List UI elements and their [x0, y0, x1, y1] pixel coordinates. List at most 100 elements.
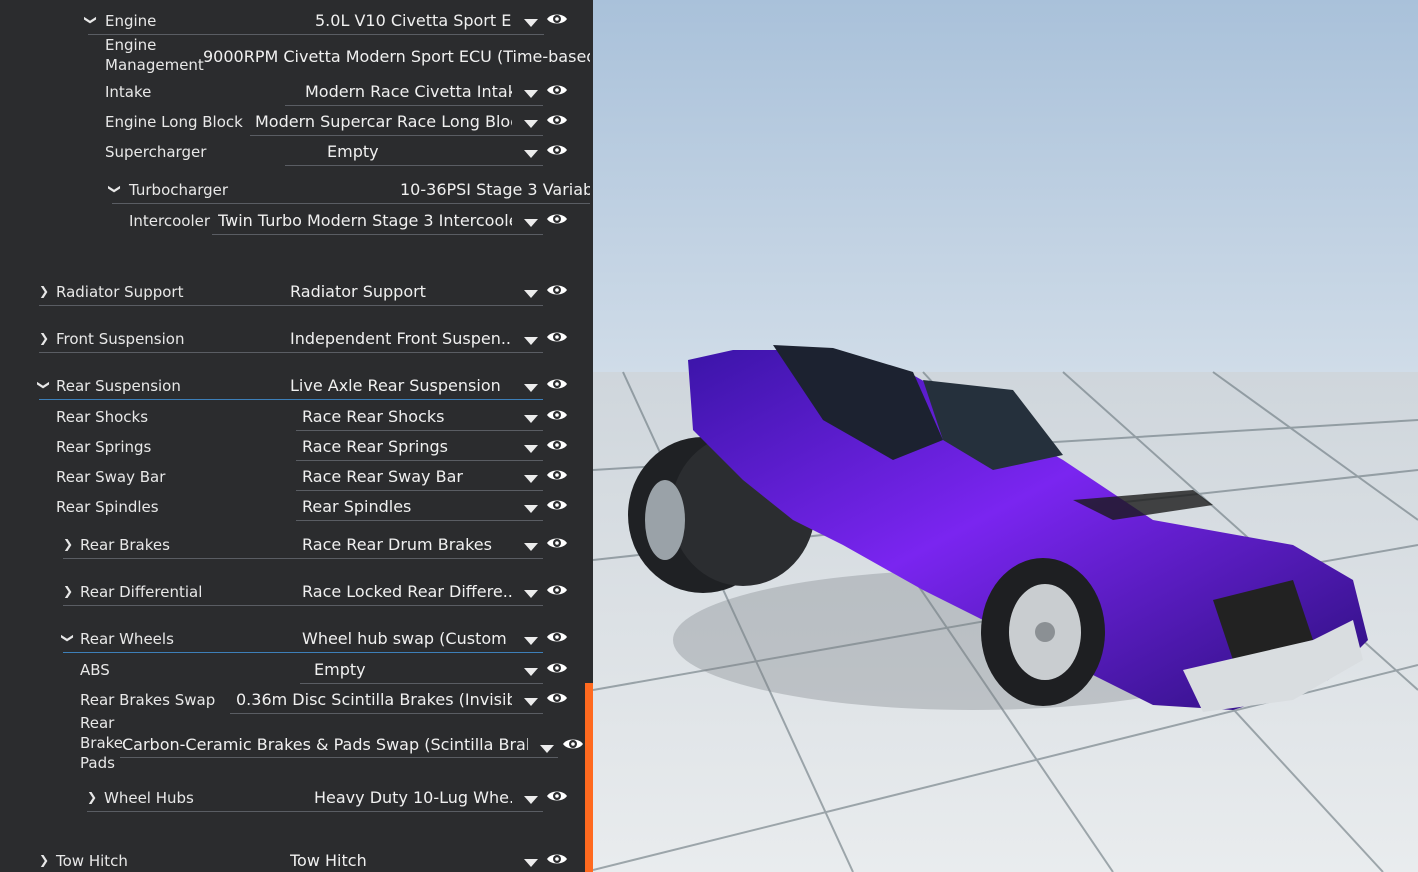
caret-down-icon[interactable] [524, 543, 538, 551]
part-selection-value[interactable]: Tow Hitch [290, 848, 512, 872]
caret-down-icon[interactable] [524, 290, 538, 298]
part-row-supercharger[interactable]: Supercharger Empty [0, 142, 593, 172]
part-label: Intake [105, 83, 152, 101]
part-selection-value[interactable]: Empty [314, 657, 512, 683]
eye-icon[interactable] [546, 212, 568, 226]
part-row-intercooler[interactable]: Intercooler Twin Turbo Modern Stage 3 Int… [0, 211, 593, 241]
eye-icon[interactable] [546, 330, 568, 344]
eye-icon[interactable] [562, 737, 584, 751]
eye-icon[interactable] [546, 283, 568, 297]
part-row-rear-shocks[interactable]: Rear Shocks Race Rear Shocks [0, 407, 593, 437]
part-selection-value[interactable]: 10-36PSI Stage 3 Variable [400, 177, 590, 203]
chevron-right-icon[interactable]: ❯ [63, 581, 73, 601]
part-row-tow-hitch[interactable]: ❯ Tow Hitch Tow Hitch [0, 851, 593, 872]
caret-down-icon[interactable] [524, 19, 538, 27]
part-selection-value[interactable]: Race Rear Shocks [302, 404, 512, 430]
part-selection-value[interactable]: Wheel hub swap (Custom ... [302, 626, 512, 652]
caret-down-icon[interactable] [524, 698, 538, 706]
part-selection-value[interactable]: Heavy Duty 10-Lug Whe... [314, 785, 512, 811]
caret-down-icon[interactable] [524, 150, 538, 158]
caret-down-icon[interactable] [524, 637, 538, 645]
part-row-rear-brake-pads[interactable]: Rear Brake Pads Carbon-Ceramic Brakes & Pad… [0, 714, 593, 772]
part-row-rear-sway-bar[interactable]: Rear Sway Bar Race Rear Sway Bar [0, 467, 593, 497]
row-underline [39, 352, 543, 353]
part-row-rear-differential[interactable]: ❯ Rear Differential Race Locked Rear Diffe… [0, 582, 593, 612]
caret-down-icon[interactable] [524, 337, 538, 345]
part-label: Rear Brakes [80, 536, 170, 554]
part-selection-value[interactable]: Race Locked Rear Differe... [302, 579, 512, 605]
caret-down-icon[interactable] [524, 668, 538, 676]
caret-down-icon[interactable] [524, 796, 538, 804]
caret-down-icon[interactable] [524, 384, 538, 392]
part-selection-value[interactable]: Modern Supercar Race Long Block [255, 109, 512, 135]
chevron-right-icon[interactable]: ❯ [63, 534, 73, 554]
eye-icon[interactable] [546, 498, 568, 512]
eye-icon[interactable] [546, 468, 568, 482]
eye-icon[interactable] [546, 408, 568, 422]
chevron-down-icon[interactable]: ❯ [105, 184, 125, 194]
part-row-engine-long-block[interactable]: Engine Long Block Modern Supercar Race Lo… [0, 112, 593, 142]
part-selection-value[interactable]: 0.36m Disc Scintilla Brakes (Invisible) [236, 687, 512, 713]
part-selection-value[interactable]: 5.0L V10 Civetta Sport E... [315, 8, 512, 34]
caret-down-icon[interactable] [524, 590, 538, 598]
part-selection-value[interactable]: Radiator Support [290, 279, 512, 305]
eye-icon[interactable] [546, 789, 568, 803]
part-row-wheel-hubs[interactable]: ❯ Wheel Hubs Heavy Duty 10-Lug Whe... [0, 788, 593, 818]
eye-icon[interactable] [546, 377, 568, 391]
part-selection-value[interactable]: Race Rear Drum Brakes [302, 532, 512, 558]
caret-down-icon[interactable] [524, 859, 538, 867]
part-selection-value[interactable]: Twin Turbo Modern Stage 3 Intercooler [218, 208, 512, 234]
eye-icon[interactable] [546, 113, 568, 127]
part-row-rear-springs[interactable]: Rear Springs Race Rear Springs [0, 437, 593, 467]
caret-down-icon[interactable] [524, 475, 538, 483]
caret-down-icon[interactable] [524, 120, 538, 128]
chevron-right-icon[interactable]: ❯ [39, 850, 49, 870]
caret-down-icon[interactable] [524, 445, 538, 453]
eye-icon[interactable] [546, 661, 568, 675]
part-row-rear-suspension[interactable]: ❯ Rear Suspension Live Axle Rear Suspensio… [0, 376, 593, 406]
chevron-down-icon[interactable]: ❯ [81, 15, 101, 25]
caret-down-icon[interactable] [524, 415, 538, 423]
eye-icon[interactable] [546, 852, 568, 866]
part-selection-value[interactable]: Live Axle Rear Suspension [290, 373, 512, 399]
scrollbar-thumb[interactable] [585, 683, 593, 872]
part-row-abs[interactable]: ABS Empty [0, 660, 593, 690]
caret-down-icon[interactable] [524, 90, 538, 98]
eye-icon[interactable] [546, 691, 568, 705]
eye-icon[interactable] [546, 12, 568, 26]
chevron-right-icon[interactable]: ❯ [39, 328, 49, 348]
part-selection-value[interactable]: Carbon-Ceramic Brakes & Pads Swap (Scint… [122, 732, 528, 758]
caret-down-icon[interactable] [540, 745, 554, 753]
part-selection-value[interactable]: Independent Front Suspen... [290, 326, 512, 352]
eye-icon[interactable] [546, 536, 568, 550]
part-label: Rear Wheels [80, 630, 174, 648]
part-row-rear-wheels[interactable]: ❯ Rear Wheels Wheel hub swap (Custom ... [0, 629, 593, 659]
eye-icon[interactable] [546, 630, 568, 644]
part-selection-value[interactable]: Race Rear Sway Bar [302, 464, 512, 490]
chevron-down-icon[interactable]: ❯ [58, 633, 78, 643]
part-row-intake[interactable]: Intake Modern Race Civetta Intake [0, 82, 593, 112]
eye-icon[interactable] [546, 583, 568, 597]
part-row-rear-brakes[interactable]: ❯ Rear Brakes Race Rear Drum Brakes [0, 535, 593, 565]
part-row-turbocharger[interactable]: ❯ Turbocharger 10-36PSI Stage 3 Variable [0, 180, 593, 210]
chevron-right-icon[interactable]: ❯ [39, 281, 49, 301]
part-row-rear-spindles[interactable]: Rear Spindles Rear Spindles [0, 497, 593, 527]
part-selection-value[interactable]: Race Rear Springs [302, 434, 512, 460]
vehicle-viewport[interactable] [593, 0, 1418, 872]
chevron-down-icon[interactable]: ❯ [34, 380, 54, 390]
eye-icon[interactable] [546, 83, 568, 97]
eye-icon[interactable] [546, 143, 568, 157]
part-label-line: Rear [80, 714, 115, 732]
part-row-front-suspension[interactable]: ❯ Front Suspension Independent Front Suspe… [0, 329, 593, 359]
part-selection-value[interactable]: 9000RPM Civetta Modern Sport ECU (Time-b… [203, 44, 590, 70]
chevron-right-icon[interactable]: ❯ [87, 787, 97, 807]
part-selection-value[interactable]: Rear Spindles [302, 494, 512, 520]
part-label: Rear Brake Pads [80, 713, 123, 773]
eye-icon[interactable] [546, 438, 568, 452]
part-selection-value[interactable]: Modern Race Civetta Intake [305, 79, 512, 105]
part-row-engine-management[interactable]: Engine Management 9000RPM Civetta Modern S… [0, 36, 593, 74]
caret-down-icon[interactable] [524, 505, 538, 513]
part-row-radiator-support[interactable]: ❯ Radiator Support Radiator Support [0, 282, 593, 312]
part-selection-value[interactable]: Empty [327, 139, 512, 165]
caret-down-icon[interactable] [524, 219, 538, 227]
